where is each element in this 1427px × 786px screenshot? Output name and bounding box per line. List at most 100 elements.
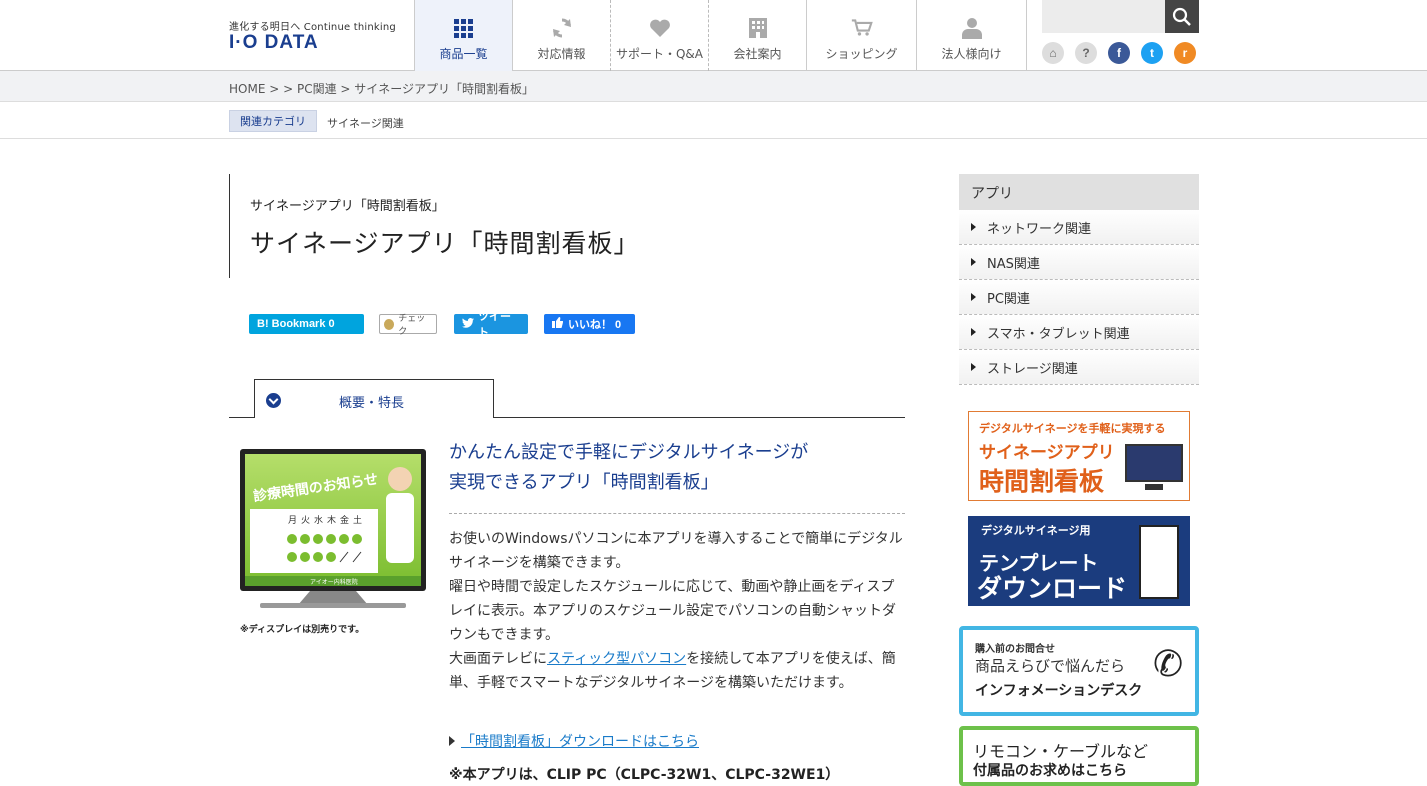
sign-board-icon (1139, 525, 1179, 599)
heart-icon (649, 17, 671, 39)
tab-label: 概要・特長 (339, 396, 405, 411)
compat-note: ※本アプリは、CLIP PC（CLPC-32W1、CLPC-32WE1） (449, 767, 840, 783)
signage-day: 火 (301, 515, 310, 526)
sidebar-item-network[interactable]: ネットワーク関連 (959, 210, 1199, 245)
banner-information-desk[interactable]: 購入前のお問合せ 商品えらびで悩んだら インフォメーションデスク ✆ (959, 626, 1199, 716)
banner-text: インフォメーションデスク (975, 683, 1143, 699)
nav-label: ショッピング (825, 47, 898, 61)
building-icon (747, 17, 769, 39)
nav-products[interactable]: 商品一覧 (414, 0, 512, 71)
sidebar-heading: アプリ (959, 174, 1199, 210)
nav-label: 商品一覧 (439, 47, 488, 61)
text: 大画面テレビに (449, 651, 547, 667)
phone-icon: ✆ (1153, 644, 1184, 685)
banner-jikanwari[interactable]: デジタルサイネージを手軽に実現する サイネージアプリ 時間割看板 (968, 411, 1190, 501)
image-note: ※ディスプレイは別売りです。 (240, 625, 365, 635)
site-header: 進化する明日へ Continue thinking I·O DATA 商品一覧 … (0, 0, 1427, 71)
hatena-bookmark-button[interactable]: B! Bookmark 0 (249, 314, 364, 334)
rss-icon[interactable]: r (1174, 42, 1196, 64)
twitter-icon[interactable]: t (1141, 42, 1163, 64)
signage-footer: アイオー内科医院 (310, 578, 358, 586)
description-paragraph: 曜日や時間で設定したスケジュールに応じて、動画や静止画をディスプレイに表示。本ア… (449, 579, 897, 643)
banner-text: サイネージアプリ (979, 443, 1115, 463)
sidebar-item-label: スマホ・タブレット関連 (987, 326, 1130, 342)
signage-day: 土 (353, 514, 362, 526)
category-bar: 関連カテゴリ サイネージ関連 (0, 102, 1427, 139)
facebook-like-button[interactable]: いいね！ 0 (544, 314, 635, 334)
nav-compat[interactable]: 対応情報 (512, 0, 610, 71)
tab-overview[interactable]: 概要・特長 (254, 379, 494, 418)
banner-text: 時間割看板 (979, 467, 1105, 496)
description-paragraph: お使いのWindowsパソコンに本アプリを導入することで簡単にデジタルサイネージ… (449, 531, 903, 571)
sidebar-item-label: PC関連 (987, 291, 1030, 307)
monitor-stand (1145, 484, 1163, 490)
download-link-label: 「時間割看板」ダウンロードはこちら (461, 734, 699, 750)
breadcrumb-bar: HOME > > PC関連 > サイネージアプリ「時間割看板」 (0, 71, 1427, 102)
grid-icon (453, 17, 475, 39)
search-button[interactable] (1165, 0, 1199, 33)
sidebar-item-storage[interactable]: ストレージ関連 (959, 350, 1199, 385)
signage-day: 水 (314, 514, 323, 526)
mixi-check-button[interactable]: チェック (379, 313, 437, 336)
nav-support[interactable]: サポート・Q&A (610, 0, 708, 71)
triangle-right-icon (971, 328, 976, 336)
triangle-right-icon (449, 736, 455, 746)
utility-icons: ⌂ ? f t r (1042, 42, 1196, 64)
monitor-icon (1125, 444, 1183, 482)
chevron-down-icon (266, 393, 281, 408)
related-category-link[interactable]: サイネージ関連 (327, 115, 404, 131)
description: お使いのWindowsパソコンに本アプリを導入することで簡単にデジタルサイネージ… (449, 527, 905, 695)
lead-line: かんたん設定で手軽にデジタルサイネージが (449, 442, 809, 463)
product-image: 診療時間のお知らせ 月 火 水 木 金 土 アイオー内科医院 (240, 449, 426, 611)
banner-text: リモコン・ケーブルなど (973, 742, 1149, 761)
triangle-right-icon (971, 223, 976, 231)
triangle-right-icon (971, 363, 976, 371)
signage-day: 木 (327, 514, 336, 526)
banner-template-download[interactable]: デジタルサイネージ用 テンプレート ダウンロード (968, 516, 1190, 606)
nav-label: 対応情報 (537, 47, 586, 61)
person-icon (961, 17, 983, 39)
like-label: いいね！ 0 (568, 319, 622, 331)
nav-label: 会社案内 (733, 47, 782, 61)
banner-text: デジタルサイネージ用 (981, 524, 1091, 537)
stick-pc-link[interactable]: スティック型パソコン (547, 651, 686, 667)
mixi-label: チェック (398, 313, 426, 336)
global-nav: 商品一覧 対応情報 サポート・Q&A 会社案内 ショッピング 法人様向け (414, 0, 1027, 71)
breadcrumb[interactable]: HOME > > PC関連 > サイネージアプリ「時間割看板」 (229, 80, 534, 97)
nav-divider (1026, 0, 1027, 71)
facebook-icon[interactable]: f (1108, 42, 1130, 64)
twitter-bird-icon (462, 317, 474, 331)
banner-text: ダウンロード (977, 574, 1128, 603)
nav-label: サポート・Q&A (615, 47, 703, 61)
banner-text: 購入前のお問合せ (975, 644, 1055, 655)
banner-accessories[interactable]: リモコン・ケーブルなど 付属品のお求めはこちら (959, 726, 1199, 786)
search-box (1042, 0, 1199, 33)
divider (449, 513, 905, 514)
page-subtitle: サイネージアプリ「時間割看板」 (250, 199, 445, 214)
tweet-label: ツイート (478, 311, 511, 339)
description-paragraph: 大画面テレビにスティック型パソコンを接続して本アプリを使えば、簡単、手軽でスマー… (449, 647, 905, 695)
search-input[interactable] (1042, 0, 1165, 33)
help-icon[interactable]: ? (1075, 42, 1097, 64)
logo-tagline: 進化する明日へ Continue thinking (229, 22, 396, 33)
mixi-icon (384, 318, 395, 330)
sidebar-item-smartphone[interactable]: スマホ・タブレット関連 (959, 315, 1199, 350)
page-title-block: サイネージアプリ「時間割看板」 サイネージアプリ「時間割看板」 (229, 174, 669, 278)
download-link[interactable]: 「時間割看板」ダウンロードはこちら (449, 731, 699, 751)
sitemap-icon[interactable]: ⌂ (1042, 42, 1064, 64)
banner-text: 付属品のお求めはこちら (973, 763, 1127, 779)
lead-line: 実現できるアプリ「時間割看板」 (449, 472, 719, 493)
sidebar-list: ネットワーク関連 NAS関連 PC関連 スマホ・タブレット関連 ストレージ関連 (959, 210, 1199, 385)
sidebar-item-pc[interactable]: PC関連 (959, 280, 1199, 315)
signage-day: 月 (288, 515, 297, 526)
nav-company[interactable]: 会社案内 (708, 0, 806, 71)
sidebar-item-label: NAS関連 (987, 256, 1040, 272)
sidebar-item-label: ストレージ関連 (987, 361, 1078, 377)
tweet-button[interactable]: ツイート (454, 311, 528, 339)
triangle-right-icon (971, 258, 976, 266)
site-logo[interactable]: I·O DATA (229, 32, 319, 54)
nav-shopping[interactable]: ショッピング (806, 0, 916, 71)
sidebar-item-nas[interactable]: NAS関連 (959, 245, 1199, 280)
sidebar-item-label: ネットワーク関連 (987, 221, 1092, 237)
nav-business[interactable]: 法人様向け (916, 0, 1026, 71)
